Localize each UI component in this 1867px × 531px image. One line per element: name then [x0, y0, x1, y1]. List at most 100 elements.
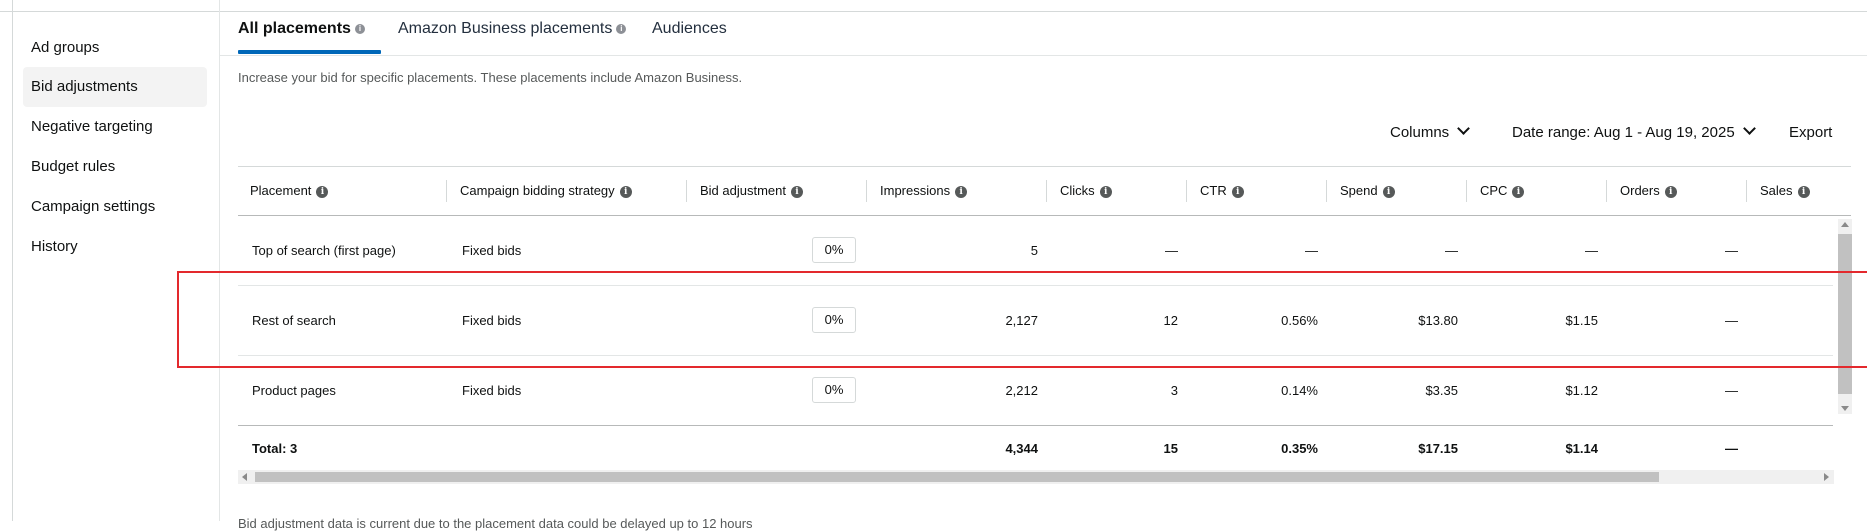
total-ctr: 0.35% — [1281, 441, 1318, 456]
cpc-cell: $1.15 — [1565, 313, 1598, 328]
footer-note: Bid adjustment data is current due to th… — [238, 516, 753, 531]
column-divider — [686, 180, 687, 202]
vertical-scroll-thumb[interactable] — [1838, 234, 1852, 394]
columns-label: Columns — [1390, 124, 1450, 141]
column-header-orders[interactable]: Orders i — [1620, 183, 1677, 198]
export-button[interactable]: Export — [1789, 124, 1832, 141]
bid-adjustment-input[interactable]: 0% — [812, 307, 856, 333]
column-header-bidding-strategy[interactable]: Campaign bidding strategy i — [460, 183, 632, 198]
tab-label: All placements — [238, 20, 351, 37]
info-icon[interactable]: i — [619, 185, 632, 198]
placement-cell: Rest of search — [252, 313, 336, 328]
bidding-strategy-cell: Fixed bids — [462, 383, 522, 398]
column-divider — [1606, 180, 1607, 202]
sidebar-item-history[interactable]: History — [23, 227, 207, 267]
info-icon[interactable]: i — [316, 185, 329, 198]
column-header-impressions[interactable]: Impressions i — [880, 183, 968, 198]
ctr-cell: 0.14% — [1281, 383, 1318, 398]
info-icon[interactable]: i — [791, 185, 803, 198]
info-icon[interactable]: i — [1382, 185, 1395, 198]
info-icon: i — [616, 23, 627, 34]
impressions-cell: 2,127 — [1005, 313, 1038, 328]
header-label: Orders — [1620, 183, 1660, 198]
bid-adjustment-input[interactable]: 0% — [812, 377, 856, 403]
cpc-cell: — — [1585, 243, 1598, 258]
active-tab-indicator — [238, 50, 381, 54]
impressions-cell: 2,212 — [1005, 383, 1038, 398]
table-row: Rest of search Fixed bids 0% 2,127 12 0.… — [238, 286, 1833, 355]
tab-label: Audiences — [652, 20, 727, 37]
total-orders: — — [1725, 441, 1738, 456]
tab-all-placements[interactable]: All placements i — [238, 20, 365, 38]
scroll-down-arrow-icon[interactable] — [1841, 406, 1849, 411]
tab-audiences[interactable]: Audiences — [652, 20, 727, 38]
info-icon[interactable]: i — [1231, 185, 1244, 198]
header-label: Placement — [250, 183, 312, 198]
clicks-cell: — — [1165, 243, 1178, 258]
date-range-dropdown[interactable]: Date range: Aug 1 - Aug 19, 2025 — [1512, 122, 1756, 141]
column-divider — [446, 180, 447, 202]
table-row: Product pages Fixed bids 0% 2,212 3 0.14… — [238, 356, 1833, 425]
header-label: Bid adjustment — [700, 183, 786, 198]
column-divider — [1746, 180, 1747, 202]
header-label: CTR — [1200, 183, 1227, 198]
column-header-bid-adjustment[interactable]: Bid adjustment i — [700, 183, 803, 198]
sidebar: Ad groups Bid adjustments Negative targe… — [0, 0, 220, 521]
chevron-down-icon — [1457, 122, 1471, 135]
info-icon[interactable]: i — [1512, 185, 1525, 198]
horizontal-scroll-thumb[interactable] — [255, 472, 1659, 482]
total-cpc: $1.14 — [1565, 441, 1598, 456]
spend-cell: — — [1445, 243, 1458, 258]
scroll-up-arrow-icon[interactable] — [1841, 222, 1849, 227]
cpc-cell: $1.12 — [1565, 383, 1598, 398]
horizontal-scrollbar[interactable] — [238, 470, 1834, 484]
bid-adjustment-input[interactable]: 0% — [812, 237, 856, 263]
clicks-cell: 3 — [1170, 383, 1178, 398]
impressions-cell: 5 — [1030, 243, 1038, 258]
ctr-cell: 0.56% — [1281, 313, 1318, 328]
column-header-ctr[interactable]: CTR i — [1200, 183, 1244, 198]
date-range-label: Date range: Aug 1 - Aug 19, 2025 — [1512, 124, 1735, 141]
columns-dropdown[interactable]: Columns — [1390, 122, 1471, 141]
bidding-strategy-cell: Fixed bids — [462, 243, 522, 258]
total-impressions: 4,344 — [1005, 441, 1038, 456]
scroll-left-arrow-icon[interactable] — [242, 473, 247, 481]
column-divider — [866, 180, 867, 202]
header-label: CPC — [1480, 183, 1508, 198]
info-icon[interactable]: i — [1099, 185, 1112, 198]
bidding-strategy-cell: Fixed bids — [462, 313, 522, 328]
total-label: Total: 3 — [252, 441, 298, 456]
header-label: Campaign bidding strategy — [460, 183, 615, 198]
sidebar-item-ad-groups[interactable]: Ad groups — [23, 28, 207, 68]
column-header-cpc[interactable]: CPC i — [1480, 183, 1525, 198]
info-icon: i — [354, 23, 365, 34]
column-divider — [1046, 180, 1047, 202]
info-icon[interactable]: i — [1797, 185, 1810, 198]
column-header-placement[interactable]: Placement i — [250, 183, 329, 198]
column-divider — [1326, 180, 1327, 202]
placements-table: Placement i Campaign bidding strategy i Bi… — [238, 166, 1851, 486]
vertical-scrollbar[interactable] — [1838, 219, 1852, 414]
info-icon[interactable]: i — [955, 185, 968, 198]
column-header-sales[interactable]: Sales i — [1760, 183, 1810, 198]
sidebar-item-budget-rules[interactable]: Budget rules — [23, 147, 207, 187]
clicks-cell: 12 — [1163, 313, 1178, 328]
column-header-spend[interactable]: Spend i — [1340, 183, 1395, 198]
spend-cell: $3.35 — [1425, 383, 1458, 398]
chevron-down-icon — [1742, 122, 1756, 135]
column-header-clicks[interactable]: Clicks i — [1060, 183, 1112, 198]
table-row: Top of search (first page) Fixed bids 0%… — [238, 216, 1833, 285]
sidebar-item-negative-targeting[interactable]: Negative targeting — [23, 107, 207, 147]
header-label: Spend — [1340, 183, 1378, 198]
orders-cell: — — [1725, 313, 1738, 328]
tab-amazon-business-placements[interactable]: Amazon Business placements i — [398, 20, 627, 38]
header-label: Impressions — [880, 183, 951, 198]
column-divider — [1466, 180, 1467, 202]
orders-cell: — — [1725, 383, 1738, 398]
info-icon[interactable]: i — [1664, 185, 1677, 198]
sidebar-item-campaign-settings[interactable]: Campaign settings — [23, 187, 207, 227]
scroll-right-arrow-icon[interactable] — [1824, 473, 1829, 481]
sidebar-item-bid-adjustments[interactable]: Bid adjustments — [23, 67, 207, 107]
total-row: Total: 3 4,344 15 0.35% $17.15 $1.14 — — [238, 426, 1833, 470]
header-label: Sales — [1760, 183, 1793, 198]
